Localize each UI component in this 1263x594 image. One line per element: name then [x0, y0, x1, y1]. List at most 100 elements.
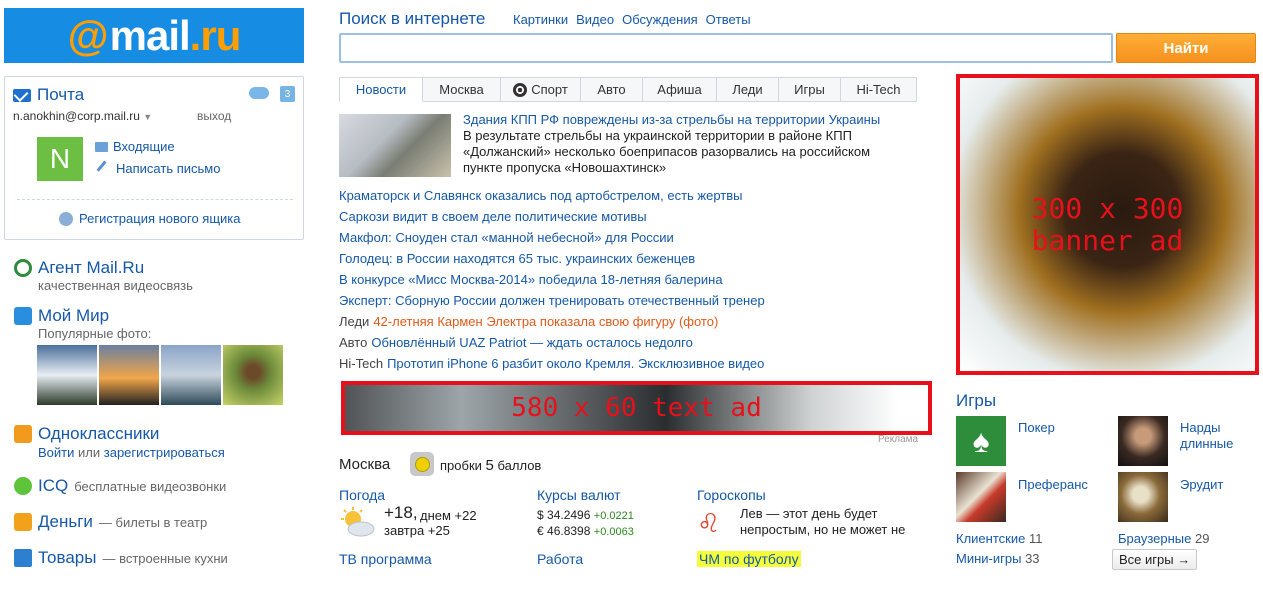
search-images-link[interactable]: Картинки	[513, 12, 568, 27]
soccer-ball-icon	[513, 82, 528, 97]
banner-line-1: 300 x 300	[1031, 191, 1184, 225]
photo-thumbnail[interactable]	[99, 345, 159, 405]
odnoklassniki-link[interactable]: Одноклассники	[14, 424, 159, 444]
list-item: Леди 42-летняя Кармен Электра показала св…	[339, 314, 939, 335]
game-erudit-link[interactable]: Эрудит	[1180, 477, 1223, 492]
search-button[interactable]: Найти	[1116, 33, 1256, 63]
tab-moscow[interactable]: Москва	[423, 77, 501, 102]
user-email-dropdown[interactable]: n.anokhin@corp.mail.ru ▼	[13, 109, 152, 123]
goods-link[interactable]: Товары — встроенные кухни	[14, 548, 228, 568]
news-link[interactable]: Прототип iPhone 6 разбит около Кремля. Э…	[387, 356, 764, 371]
stat-count: 33	[1025, 551, 1040, 566]
tab-games[interactable]: Игры	[779, 77, 841, 102]
currency-value: 34.2496	[547, 508, 591, 522]
news-category[interactable]: Авто	[339, 335, 367, 350]
register-mailbox-link[interactable]: Регистрация нового ящика	[59, 211, 241, 226]
wallet-icon	[14, 513, 32, 531]
leo-icon: ♌	[697, 508, 721, 538]
envelope-icon	[13, 88, 31, 102]
agent-link[interactable]: Агент Mail.Ru	[14, 258, 144, 278]
horoscope-text[interactable]: Лев — этот день будет непростым, но не м…	[740, 506, 920, 538]
list-item: Эксперт: Сборную России должен тренирова…	[339, 293, 939, 314]
calendar-icon[interactable]: 3	[280, 86, 295, 102]
all-games-button[interactable]: Все игры →	[1112, 549, 1198, 570]
city-selector[interactable]: Москва	[339, 456, 390, 473]
game-poker-link[interactable]: Покер	[1018, 420, 1055, 435]
mymir-link[interactable]: Мой Мир	[14, 306, 109, 326]
popular-photos	[37, 345, 283, 405]
inbox-link[interactable]: Входящие	[95, 139, 175, 154]
horoscope-title[interactable]: Гороскопы	[697, 487, 766, 503]
tv-program-link[interactable]: ТВ программа	[339, 551, 432, 567]
ok-title: Одноклассники	[38, 424, 160, 443]
search-discussions-link[interactable]: Обсуждения	[622, 12, 698, 27]
photo-thumbnail[interactable]	[223, 345, 283, 405]
text-ad-placeholder[interactable]: 580 x 60 text ad	[341, 381, 932, 435]
write-letter-link[interactable]: Написать письмо	[95, 160, 220, 177]
search-title[interactable]: Поиск в интернете	[339, 9, 485, 29]
news-link[interactable]: Саркози видит в своем деле политические …	[339, 209, 647, 224]
game-backgammon-link[interactable]: Нарды длинные	[1180, 420, 1240, 452]
games-client-stat[interactable]: Клиентские 11	[956, 531, 1042, 546]
icq-subtitle: бесплатные видеозвонки	[74, 478, 227, 494]
lead-news-title[interactable]: Здания КПП РФ повреждены из-за стрельбы …	[463, 112, 880, 127]
tab-auto[interactable]: Авто	[581, 77, 643, 102]
ok-register-link[interactable]: зарегистрироваться	[104, 445, 225, 460]
weather-title[interactable]: Погода	[339, 487, 385, 503]
football-link[interactable]: ЧМ по футболу	[697, 551, 801, 567]
news-link[interactable]: Обновлённый UAZ Patriot — ждать осталось…	[371, 335, 692, 350]
backgammon-thumbnail[interactable]	[1118, 416, 1168, 466]
ad-label[interactable]: Реклама	[878, 434, 918, 445]
games-browser-stat[interactable]: Браузерные 29	[1118, 531, 1209, 546]
news-link[interactable]: Краматорск и Славянск оказались под арто…	[339, 188, 743, 203]
tab-sport[interactable]: Спорт	[501, 77, 581, 102]
news-tabs: Новости Москва Спорт Авто Афиша Леди Игр…	[339, 77, 917, 102]
news-link[interactable]: 42-летняя Кармен Электра показала свою ф…	[373, 314, 718, 329]
poker-thumbnail[interactable]: ♠	[956, 416, 1006, 466]
money-link[interactable]: Деньги — билеты в театр	[14, 512, 207, 532]
work-link[interactable]: Работа	[537, 551, 583, 567]
cart-icon	[14, 549, 32, 567]
temp-tomorrow: завтра +25	[384, 523, 450, 538]
lead-news-image[interactable]	[339, 114, 451, 177]
erudit-thumbnail[interactable]	[1118, 472, 1168, 522]
search-video-link[interactable]: Видео	[576, 12, 614, 27]
news-category[interactable]: Hi-Tech	[339, 356, 383, 371]
currency-title[interactable]: Курсы валют	[537, 487, 621, 503]
traffic-score: 5	[485, 457, 494, 474]
search-answers-link[interactable]: Ответы	[706, 12, 751, 27]
currency-row-usd: $ 34.2496 +0.0221	[537, 508, 634, 522]
tab-label: Москва	[439, 82, 484, 97]
football-link-wrap[interactable]: ЧМ по футболу	[697, 551, 801, 567]
icq-title: ICQ	[38, 476, 69, 495]
mail-title-link[interactable]: Почта	[13, 85, 84, 105]
games-title[interactable]: Игры	[956, 391, 996, 411]
tab-news[interactable]: Новости	[339, 77, 423, 102]
icq-link[interactable]: ICQ бесплатные видеозвонки	[14, 476, 226, 496]
list-item: Голодец: в России находятся 65 тыс. укра…	[339, 251, 939, 272]
search-input[interactable]	[339, 33, 1113, 63]
mailru-logo[interactable]: @ mail. ru	[4, 8, 304, 63]
preference-thumbnail[interactable]	[956, 472, 1006, 522]
news-link[interactable]: Голодец: в России находятся 65 тыс. укра…	[339, 251, 695, 266]
news-link[interactable]: Макфол: Сноуден стал «манной небесной» д…	[339, 230, 674, 245]
envelope-icon	[95, 141, 108, 152]
traffic-info[interactable]: пробки 5 баллов	[440, 457, 541, 474]
pencil-icon	[96, 160, 114, 177]
news-link[interactable]: В конкурсе «Мисс Москва-2014» победила 1…	[339, 272, 723, 287]
logo-dot: .	[189, 11, 202, 59]
games-mini-stat[interactable]: Мини-игры 33	[956, 551, 1040, 566]
photo-thumbnail[interactable]	[161, 345, 221, 405]
banner-ad-placeholder[interactable]: 300 x 300 banner ad	[956, 74, 1259, 375]
news-category[interactable]: Леди	[339, 314, 369, 329]
game-preference-link[interactable]: Преферанс	[1018, 477, 1088, 492]
photo-thumbnail[interactable]	[37, 345, 97, 405]
news-link[interactable]: Эксперт: Сборную России должен тренирова…	[339, 293, 765, 308]
tab-ladies[interactable]: Леди	[717, 77, 779, 102]
tab-afisha[interactable]: Афиша	[643, 77, 717, 102]
ok-login-link[interactable]: Войти	[38, 445, 74, 460]
logout-link[interactable]: выход	[197, 109, 231, 123]
avatar[interactable]: N	[37, 137, 83, 181]
cloud-icon[interactable]	[249, 87, 269, 99]
tab-hitech[interactable]: Hi-Tech	[841, 77, 917, 102]
